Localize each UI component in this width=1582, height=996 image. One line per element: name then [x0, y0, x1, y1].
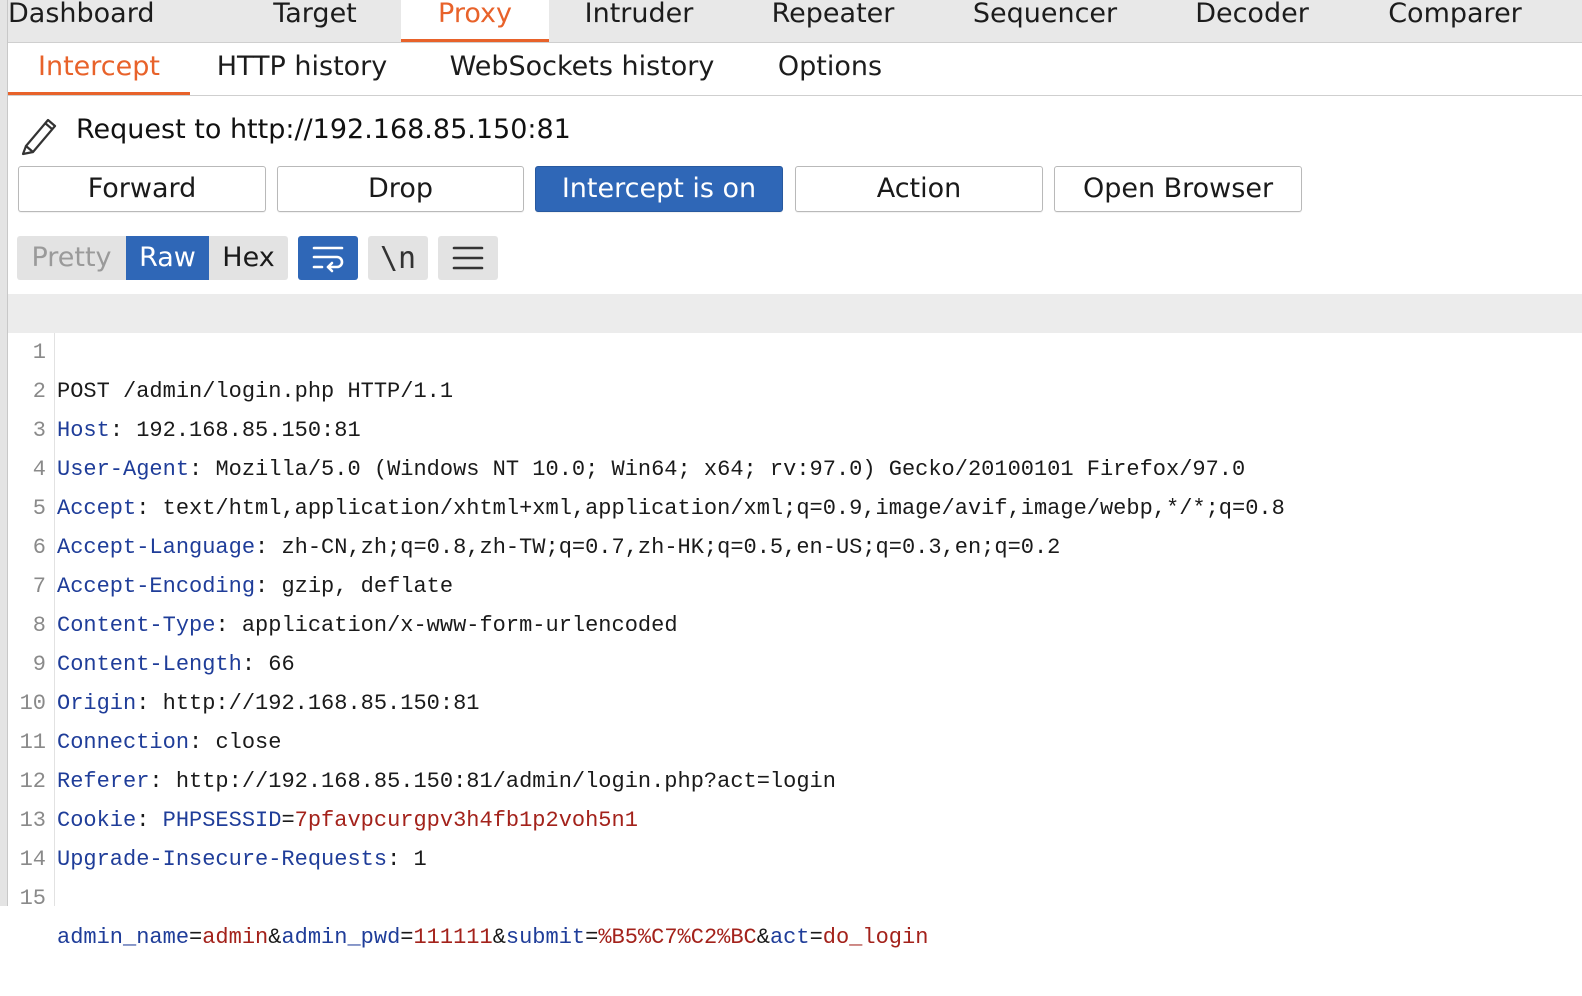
view-mode-hex[interactable]: Hex	[209, 236, 288, 280]
param-name: admin_pwd	[281, 925, 401, 950]
header-line: 7 Content-Type: application/x-www-form-u…	[8, 528, 1582, 638]
view-mode-pretty[interactable]: Pretty	[17, 236, 126, 280]
tab-repeater[interactable]: Repeater	[751, 0, 915, 42]
subtab-options[interactable]: Options	[763, 43, 897, 95]
request-editor[interactable]: 1 POST /admin/login.php HTTP/1.1 2 Host:…	[8, 294, 1582, 950]
header-line: 9 Origin: http://192.168.85.150:81	[8, 606, 1582, 716]
param-value: do_login	[822, 925, 929, 950]
header-line: 13 Upgrade-Insecure-Requests: 1	[8, 762, 1582, 872]
header-line: 2 Host: 192.168.85.150:81	[8, 333, 1582, 443]
tool-tab-bar: Dashboard Target Proxy Intruder Repeater…	[8, 0, 1582, 43]
intercept-toggle-button[interactable]: Intercept is on	[535, 166, 783, 212]
subtab-http-history[interactable]: HTTP history	[204, 43, 400, 95]
header-line: 5 Accept-Language: zh-CN,zh;q=0.8,zh-TW;…	[8, 450, 1582, 560]
param-value: admin	[202, 925, 269, 950]
menu-icon	[452, 246, 484, 270]
request-title: Request to http://192.168.85.150:81	[76, 114, 571, 145]
show-newlines-button[interactable]: \n	[368, 236, 428, 280]
tab-sequencer[interactable]: Sequencer	[959, 0, 1131, 42]
editor-menu-button[interactable]	[438, 236, 498, 280]
header-line: 8 Content-Length: 66	[8, 567, 1582, 677]
request-line: 1 POST /admin/login.php HTTP/1.1	[8, 294, 1582, 404]
wrap-lines-button[interactable]	[298, 236, 358, 280]
proxy-subtab-bar: Intercept HTTP history WebSockets histor…	[8, 43, 1582, 96]
tab-dashboard[interactable]: Dashboard	[8, 0, 154, 42]
tab-comparer[interactable]: Comparer	[1367, 0, 1543, 42]
cookie-line: 12 Cookie: PHPSESSID=7pfavpcurgpv3h4fb1p…	[8, 723, 1582, 833]
drop-button[interactable]: Drop	[277, 166, 524, 212]
header-line: 3 User-Agent: Mozilla/5.0 (Windows NT 10…	[8, 372, 1582, 482]
header-line: 4 Accept: text/html,application/xhtml+xm…	[8, 411, 1582, 521]
header-line: 10 Connection: close	[8, 645, 1582, 755]
body-line: 15 admin_name=admin&admin_pwd=111111&sub…	[8, 840, 1582, 950]
tab-decoder[interactable]: Decoder	[1173, 0, 1331, 42]
forward-button[interactable]: Forward	[18, 166, 266, 212]
tab-proxy[interactable]: Proxy	[401, 0, 549, 42]
param-name: act	[769, 925, 810, 950]
wrap-lines-icon	[312, 246, 344, 273]
open-browser-button[interactable]: Open Browser	[1054, 166, 1302, 212]
header-line: 11 Referer: http://192.168.85.150:81/adm…	[8, 684, 1582, 794]
tab-intruder[interactable]: Intruder	[560, 0, 718, 42]
blank-line: 14	[8, 801, 1582, 872]
param-value: 111111	[413, 925, 493, 950]
param-name: admin_name	[57, 925, 190, 950]
newline-icon: \n	[379, 240, 417, 276]
param-value: %B5%C7%C2%BC	[598, 925, 757, 950]
subtab-websockets-history[interactable]: WebSockets history	[434, 43, 730, 95]
subtab-intercept[interactable]: Intercept	[8, 43, 190, 95]
param-name: submit	[505, 925, 586, 950]
view-mode-raw[interactable]: Raw	[126, 236, 209, 280]
pencil-icon	[21, 118, 57, 156]
tab-target[interactable]: Target	[240, 0, 390, 42]
line-number: 15	[19, 886, 46, 911]
window-left-edge	[0, 0, 8, 906]
action-button[interactable]: Action	[795, 166, 1043, 212]
header-line: 6 Accept-Encoding: gzip, deflate	[8, 489, 1582, 599]
